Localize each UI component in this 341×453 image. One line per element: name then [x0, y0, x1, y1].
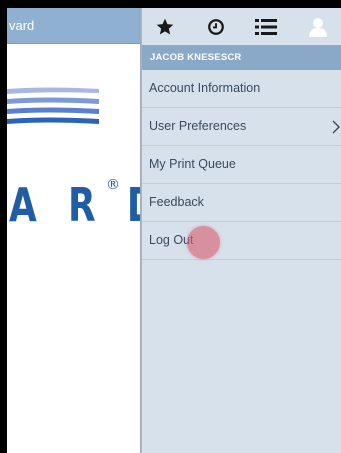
logo-stripes-icon	[7, 87, 99, 124]
favorites-button[interactable]	[150, 14, 180, 40]
tap-indicator	[187, 226, 220, 259]
page-body: A R D ®	[7, 44, 157, 453]
logo-registered-mark: ®	[106, 177, 120, 193]
page-header-title: vard	[9, 18, 35, 33]
menu-item-my-print-queue[interactable]: My Print Queue	[142, 146, 341, 184]
app-frame: vard A R D ® JACOB KNESESCR Account Info…	[0, 0, 341, 453]
user-menu-panel: JACOB KNESESCR Account Information User …	[142, 8, 341, 453]
menu-item-label: Account Information	[149, 81, 261, 95]
menu-item-user-preferences[interactable]: User Preferences	[142, 108, 341, 146]
menu-item-label: User Preferences	[149, 119, 247, 133]
user-name-bar: JACOB KNESESCR	[142, 45, 341, 70]
user-name: JACOB KNESESCR	[150, 52, 242, 63]
history-button[interactable]	[201, 14, 231, 40]
menu-toolbar	[142, 8, 341, 45]
user-button[interactable]	[303, 14, 333, 40]
menu-item-label: My Print Queue	[149, 157, 236, 171]
menu-item-feedback[interactable]: Feedback	[142, 184, 341, 222]
chevron-right-icon	[332, 120, 340, 134]
menu-item-account-information[interactable]: Account Information	[142, 70, 341, 108]
star-icon	[156, 18, 174, 35]
menu-item-label: Feedback	[149, 195, 204, 209]
frame-left-border	[0, 0, 7, 453]
menu-item-log-out[interactable]: Log Out	[142, 222, 341, 260]
list-icon	[255, 19, 277, 35]
user-icon	[309, 18, 327, 37]
user-menu-list: Account Information User Preferences My …	[142, 70, 341, 260]
page-header: vard	[7, 8, 142, 44]
clock-icon	[208, 19, 224, 35]
frame-top-border	[0, 0, 341, 8]
list-button[interactable]	[251, 14, 281, 40]
